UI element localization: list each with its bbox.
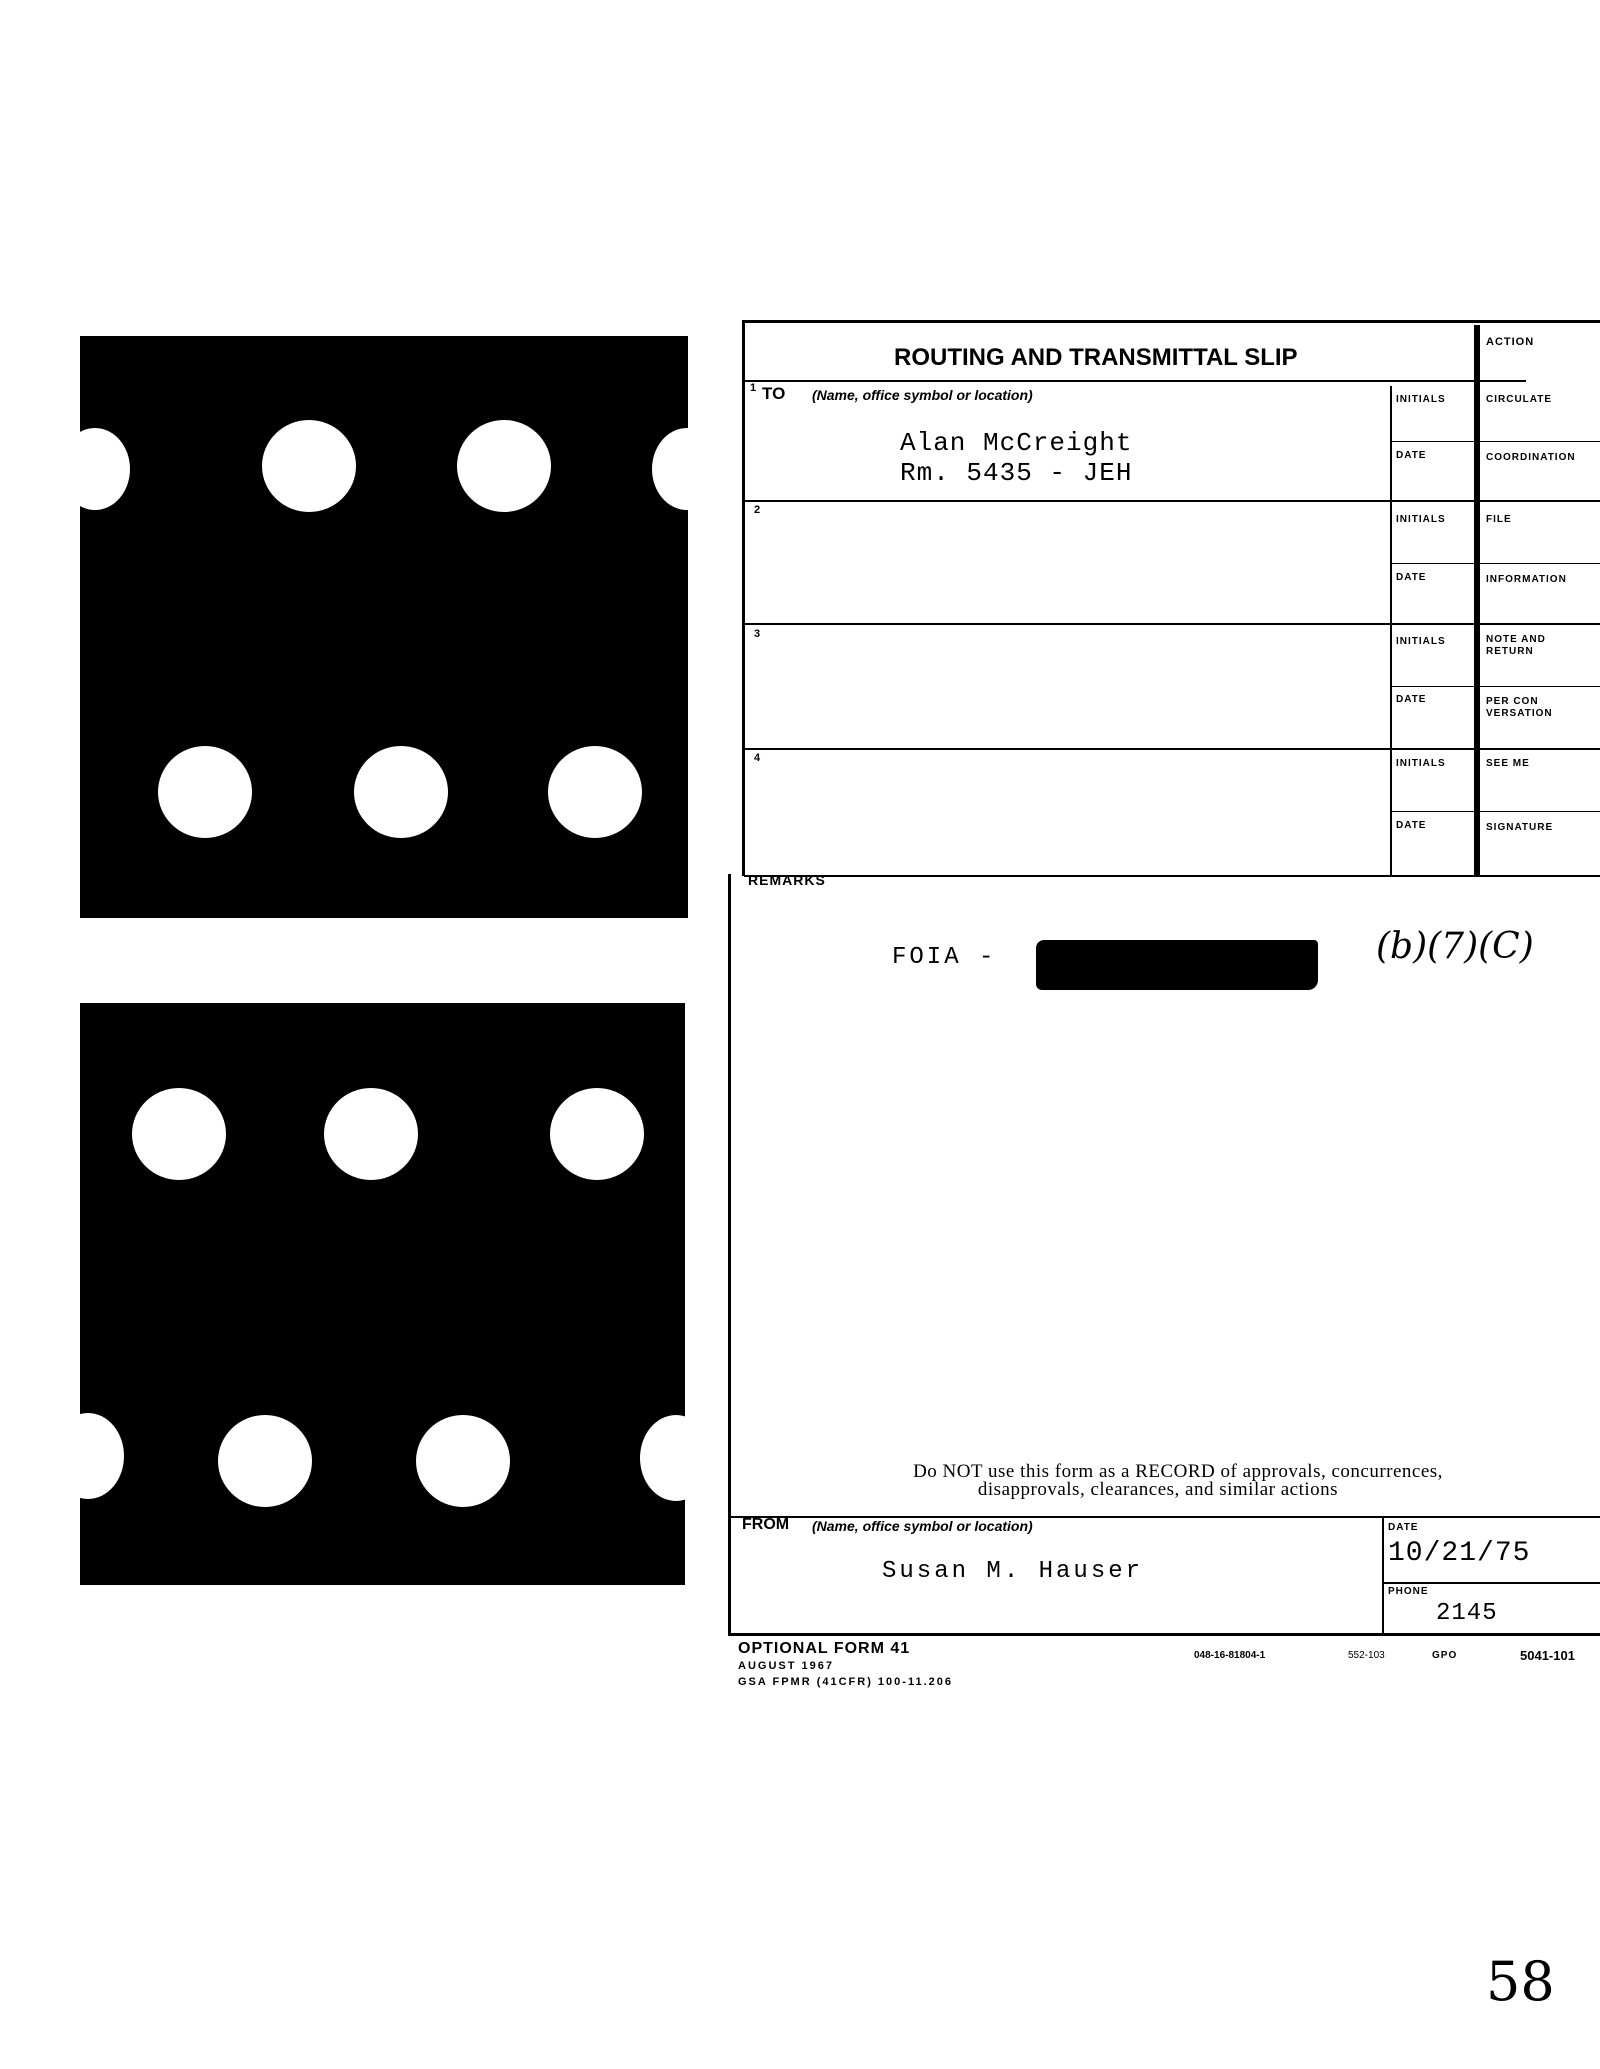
action-file: FILE — [1486, 514, 1512, 525]
top-panel-hole — [158, 746, 252, 838]
row-divider-2 — [744, 623, 1600, 625]
from-date-divider — [1382, 1516, 1384, 1636]
top-panel-hole — [548, 746, 642, 838]
footer-form-name: OPTIONAL FORM 41 — [738, 1640, 911, 1657]
action-circulate: CIRCULATE — [1486, 394, 1553, 405]
action-coordination: COORDINATION — [1486, 452, 1576, 463]
row-number-2: 2 — [754, 504, 762, 516]
phone-value: 2145 — [1436, 1600, 1498, 1627]
title-divider — [744, 380, 1526, 382]
initials-label: INITIALS — [1396, 514, 1446, 525]
form-left-border — [742, 320, 745, 876]
footer-form-number: 5041-101 — [1520, 1648, 1575, 1663]
date-label: DATE — [1396, 450, 1427, 461]
action-per-con-versation: PER CON VERSATION — [1486, 696, 1553, 719]
bottom-panel-hole — [218, 1415, 312, 1507]
from-date-value: 10/21/75 — [1388, 1538, 1531, 1569]
top-panel-hole — [354, 746, 448, 838]
recipient-1-room: Rm. 5435 - JEH — [900, 458, 1133, 488]
row-divider-3 — [744, 748, 1600, 750]
top-panel-hole — [60, 428, 130, 510]
top-panel-hole — [652, 428, 722, 510]
remarks-text: FOIA - — [892, 944, 997, 971]
redaction-block — [1036, 940, 1318, 990]
form-left-border-lower — [728, 874, 731, 1454]
initials-label: INITIALS — [1396, 758, 1446, 769]
from-date-label: DATE — [1388, 1522, 1419, 1533]
row-number-3: 3 — [754, 628, 762, 640]
exemption-annotation: (b)(7)(C) — [1376, 926, 1534, 967]
footer-print-code: 048-16-81804-1 — [1194, 1650, 1266, 1661]
footer-code: 552-103 — [1348, 1650, 1385, 1661]
to-hint: (Name, office symbol or location) — [812, 387, 1033, 403]
cell-divider — [1390, 811, 1600, 812]
recipient-1-name: Alan McCreight — [900, 428, 1133, 458]
form-title: ROUTING AND TRANSMITTAL SLIP — [894, 344, 1298, 371]
bottom-panel-hole — [324, 1088, 418, 1180]
initials-label: INITIALS — [1396, 394, 1446, 405]
row-divider-4 — [744, 875, 1600, 877]
top-panel-hole — [457, 420, 551, 512]
from-label: FROM — [742, 1516, 790, 1533]
row-number-1: 1 — [750, 382, 758, 394]
record-notice-line-2: disapprovals, clearances, and similar ac… — [977, 1479, 1339, 1500]
date-label: DATE — [1396, 694, 1427, 705]
row-number-4: 4 — [754, 752, 762, 764]
bottom-left-dark-panel — [52, 1003, 712, 1585]
date-label: DATE — [1396, 820, 1427, 831]
top-panel-hole — [262, 420, 356, 512]
footer-gpo: GPO — [1432, 1650, 1458, 1661]
initials-column-divider — [1390, 386, 1392, 876]
to-label: TO — [762, 384, 786, 403]
form-bottom-border — [728, 1633, 1600, 1636]
phone-label: PHONE — [1388, 1586, 1429, 1597]
cell-divider — [1390, 441, 1600, 442]
form-top-border — [744, 320, 1600, 323]
action-note-and-return: NOTE AND RETURN — [1486, 634, 1546, 657]
initials-label: INITIALS — [1396, 636, 1446, 647]
action-column-divider — [1474, 325, 1480, 877]
form-left-border-from — [728, 1452, 731, 1636]
remarks-label: REMARKS — [748, 872, 826, 888]
bottom-panel-hole — [640, 1415, 712, 1501]
routing-slip-form: ROUTING AND TRANSMITTAL SLIP ACTION 1 TO… — [728, 320, 1600, 1638]
top-left-dark-panel — [60, 336, 722, 918]
cell-divider — [1390, 686, 1600, 687]
action-see-me: SEE ME — [1486, 758, 1530, 769]
action-information: INFORMATION — [1486, 574, 1567, 585]
from-phone-divider — [1382, 1582, 1600, 1584]
from-hint: (Name, office symbol or location) — [812, 1518, 1033, 1534]
row-divider-1 — [744, 500, 1600, 502]
action-header: ACTION — [1486, 336, 1535, 348]
bottom-panel-hole — [132, 1088, 226, 1180]
footer-form-date: AUGUST 1967 — [738, 1660, 834, 1672]
cell-divider — [1390, 563, 1600, 564]
bottom-panel-hole — [416, 1415, 510, 1507]
footer-regulation: GSA FPMR (41CFR) 100-11.206 — [738, 1676, 953, 1688]
page-number: 58 — [1486, 1950, 1555, 2013]
from-name: Susan M. Hauser — [882, 1558, 1144, 1585]
bottom-panel-hole — [52, 1413, 124, 1499]
date-label: DATE — [1396, 572, 1427, 583]
action-signature: SIGNATURE — [1486, 822, 1554, 833]
bottom-panel-hole — [550, 1088, 644, 1180]
